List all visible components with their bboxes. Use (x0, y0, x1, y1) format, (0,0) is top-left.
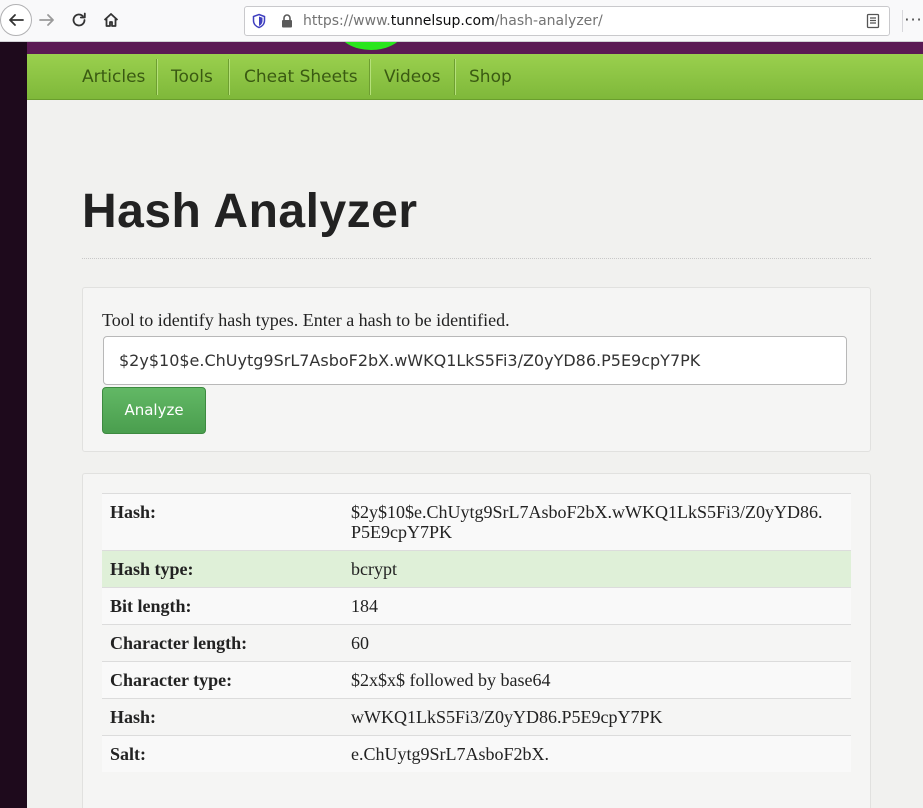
back-button[interactable] (0, 4, 32, 36)
table-row: Salt: e.ChUytg9SrL7AsboF2bX. (102, 735, 851, 772)
lock-icon[interactable] (279, 13, 295, 29)
hash-form-panel: Tool to identify hash types. Enter a has… (82, 287, 871, 452)
result-value: wWKQ1LkS5Fi3/Z0yYD86.P5E9cpY7PK (343, 698, 851, 736)
left-dark-strip (0, 42, 27, 808)
result-value: $2y$10$e.ChUytg9SrL7AsboF2bX.wWKQ1LkS5Fi… (343, 493, 851, 551)
url-path: /hash-analyzer/ (494, 13, 603, 29)
table-row: Hash: $2y$10$e.ChUytg9SrL7AsboF2bX.wWKQ1… (102, 493, 851, 551)
result-value: $2x$x$ followed by base64 (343, 661, 851, 699)
result-label: Hash type: (102, 550, 343, 588)
nav-shop[interactable]: Shop (455, 54, 526, 100)
table-row: Bit length: 184 (102, 587, 851, 625)
result-label: Bit length: (102, 587, 343, 625)
page-actions-menu-icon[interactable]: ··· (904, 8, 923, 32)
arrow-right-icon (39, 14, 54, 26)
result-value: e.ChUytg9SrL7AsboF2bX. (343, 735, 851, 772)
title-divider (82, 258, 871, 259)
reload-button[interactable] (64, 5, 94, 35)
nav-cheat-sheets[interactable]: Cheat Sheets (230, 54, 372, 100)
result-label: Hash: (102, 493, 343, 551)
nav-videos[interactable]: Videos (370, 54, 455, 100)
result-label: Hash: (102, 698, 343, 736)
url-text[interactable]: https://www.tunnelsup.com/hash-analyzer/ (303, 13, 603, 29)
nav-divider (228, 59, 229, 95)
result-value: 60 (343, 624, 851, 662)
result-label: Salt: (102, 735, 343, 772)
result-value: 184 (343, 587, 851, 625)
site-header-band (27, 42, 923, 54)
result-label: Character type: (102, 661, 343, 699)
table-row: Character type: $2x$x$ followed by base6… (102, 661, 851, 699)
url-prefix: https://www. (303, 13, 391, 29)
table-row: Hash: wWKQ1LkS5Fi3/Z0yYD86.P5E9cpY7PK (102, 698, 851, 736)
form-description: Tool to identify hash types. Enter a has… (102, 310, 510, 330)
nav-tools[interactable]: Tools (157, 54, 227, 100)
browser-toolbar: https://www.tunnelsup.com/hash-analyzer/… (0, 0, 923, 42)
nav-articles[interactable]: Articles (68, 54, 159, 100)
url-domain: tunnelsup.com (390, 13, 495, 29)
site-nav: Articles Tools Cheat Sheets Videos Shop (27, 54, 923, 100)
table-row: Hash type: bcrypt (102, 550, 851, 588)
analyze-button[interactable]: Analyze (102, 387, 206, 434)
results-table: Hash: $2y$10$e.ChUytg9SrL7AsboF2bX.wWKQ1… (102, 493, 851, 772)
url-bar[interactable]: https://www.tunnelsup.com/hash-analyzer/ (244, 6, 890, 36)
results-panel: Hash: $2y$10$e.ChUytg9SrL7AsboF2bX.wWKQ1… (82, 473, 871, 808)
home-icon (103, 13, 119, 27)
reader-view-icon[interactable] (865, 13, 881, 29)
toolbar-divider (902, 10, 903, 32)
shield-icon[interactable] (251, 13, 267, 29)
table-row: Character length: 60 (102, 624, 851, 662)
result-value: bcrypt (343, 550, 851, 588)
main-content: Hash Analyzer Tool to identify hash type… (27, 100, 923, 808)
page-title: Hash Analyzer (82, 185, 418, 238)
site-logo-fragment (339, 42, 403, 50)
hash-input[interactable] (103, 336, 847, 385)
home-button[interactable] (96, 5, 126, 35)
arrow-left-icon (9, 14, 24, 26)
result-label: Character length: (102, 624, 343, 662)
forward-button[interactable] (32, 5, 62, 35)
reload-icon (72, 12, 86, 27)
